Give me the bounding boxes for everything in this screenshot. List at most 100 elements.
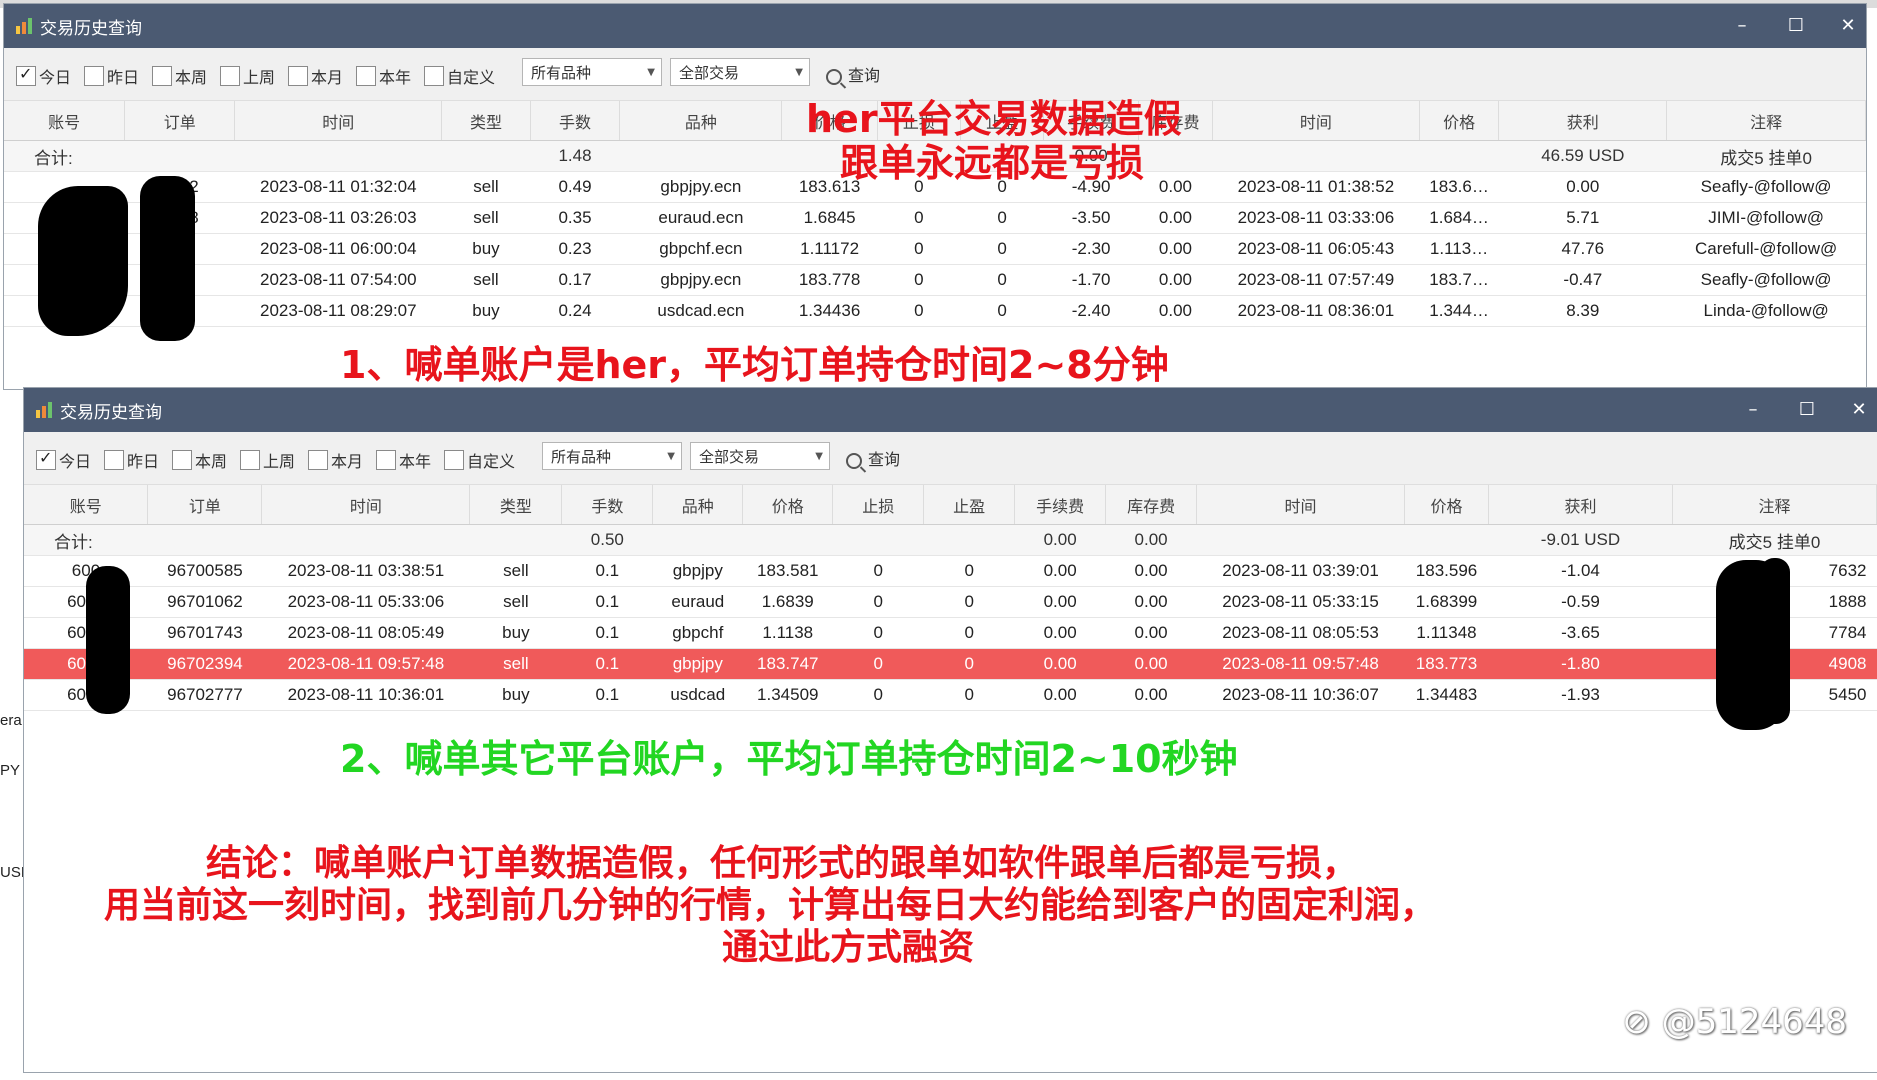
filter-this-month[interactable]: 本月 <box>288 64 343 87</box>
cell-cprice: 1.11348 <box>1404 617 1489 649</box>
filter-today[interactable]: 今日 <box>36 448 91 471</box>
table-row[interactable]: 18882023-08-11 03:26:03sell0.35euraud.ec… <box>4 202 1866 234</box>
column-header[interactable]: 时间 <box>261 485 471 525</box>
cell-symbol: euraud <box>652 586 743 618</box>
filter-this-week[interactable]: 本周 <box>152 64 207 87</box>
minimize-icon[interactable]: – <box>1728 12 1756 40</box>
minimize-icon[interactable]: – <box>1739 396 1767 424</box>
cell-fee: -3.50 <box>1043 202 1139 234</box>
cell-profit: 0.00 <box>1498 171 1667 203</box>
total-cell <box>261 524 470 556</box>
total-note: 成交5 挂单0 <box>1672 524 1877 556</box>
column-header[interactable]: 止盈 <box>923 485 1016 525</box>
filter-this-month[interactable]: 本月 <box>308 448 363 471</box>
cell-swap: 0.00 <box>1105 617 1197 649</box>
trade-type-select[interactable]: 全部交易 ▼ <box>670 58 810 86</box>
cell-cprice: 183.596 <box>1404 555 1489 587</box>
trade-type-select[interactable]: 全部交易 ▼ <box>690 442 830 470</box>
column-header[interactable]: 时间 <box>1212 101 1420 141</box>
cell-price: 183.778 <box>781 264 878 296</box>
column-header[interactable]: 订单 <box>124 101 236 141</box>
total-cell <box>832 524 924 556</box>
total-cell <box>1196 524 1405 556</box>
column-header[interactable]: 时间 <box>234 101 443 141</box>
column-header[interactable]: 价格 <box>1419 101 1500 141</box>
close-icon[interactable]: ✕ <box>1834 12 1862 40</box>
column-header[interactable]: 账号 <box>24 485 149 525</box>
filter-this-year[interactable]: 本年 <box>376 448 431 471</box>
filter-this-year[interactable]: 本年 <box>356 64 411 87</box>
cell-note: Carefull-@follow@ <box>1666 233 1866 265</box>
cell-lots: 0.23 <box>530 233 620 265</box>
filter-today[interactable]: 今日 <box>16 64 71 87</box>
close-icon[interactable]: ✕ <box>1845 396 1873 424</box>
table-row[interactable]: 6003967027772023-08-11 10:36:01buy0.1usd… <box>24 679 1877 711</box>
cell-price: 1.11172 <box>781 233 878 265</box>
chevron-down-icon: ▼ <box>815 451 823 462</box>
total-cell <box>469 524 562 556</box>
cell-price: 1.6839 <box>742 586 833 618</box>
column-header[interactable]: 注释 <box>1666 101 1866 141</box>
maximize-icon[interactable]: ☐ <box>1782 12 1810 40</box>
trade-table: 账号 订单 时间 类型 手数 品种 价格 止损 止盈 手续费 库存费 时间 价格 获利 注释 合计: 0.50… <box>24 485 1877 711</box>
table-row[interactable]: 66054502023-08-11 08:29:07buy0.24usdcad.… <box>4 295 1866 327</box>
column-header[interactable]: 价格 <box>1404 485 1490 525</box>
column-header[interactable]: 类型 <box>441 101 531 141</box>
cell-lots: 0.1 <box>561 679 653 711</box>
column-header[interactable]: 品种 <box>619 101 783 141</box>
maximize-icon[interactable]: ☐ <box>1793 396 1821 424</box>
total-note: 成交5 挂单0 <box>1666 140 1866 172</box>
cell-type: buy <box>441 233 531 265</box>
column-header[interactable]: 手数 <box>561 485 654 525</box>
filter-last-week[interactable]: 上周 <box>240 448 295 471</box>
table-row[interactable]: 6609082023-08-11 07:54:00sell0.17gbpjpy.… <box>4 264 1866 296</box>
window-title: 交易历史查询 <box>40 19 142 39</box>
column-header[interactable]: 手数 <box>530 101 621 141</box>
bg-fragment: era <box>0 712 22 729</box>
cell-swap: 0.00 <box>1138 233 1213 265</box>
cell-tp: 0 <box>923 555 1015 587</box>
cell-tp: 0 <box>960 264 1044 296</box>
column-header[interactable]: 获利 <box>1488 485 1673 525</box>
column-header[interactable]: 库存费 <box>1105 485 1198 525</box>
column-header[interactable]: 时间 <box>1196 485 1406 525</box>
column-header[interactable]: 注释 <box>1672 485 1877 525</box>
cell-time: 2023-08-11 08:05:49 <box>261 617 470 649</box>
column-header[interactable]: 账号 <box>4 101 126 141</box>
cell-cprice: 1.34483 <box>1404 679 1489 711</box>
column-header[interactable]: 获利 <box>1498 101 1668 141</box>
filter-yesterday[interactable]: 昨日 <box>84 64 139 87</box>
cell-fee: 0.00 <box>1014 648 1106 680</box>
column-header[interactable]: 止损 <box>832 485 925 525</box>
table-row[interactable]: 600 96700585 2023-08-11 03:38:51 sell 0.1 gbp… <box>24 555 1877 587</box>
column-header[interactable]: 手续费 <box>1014 485 1107 525</box>
filter-custom[interactable]: 自定义 <box>424 64 495 87</box>
symbol-select[interactable]: 所有品种 ▼ <box>522 58 662 86</box>
cell-time: 2023-08-11 07:54:00 <box>234 264 442 296</box>
column-header[interactable]: 品种 <box>652 485 744 525</box>
column-header[interactable]: 订单 <box>147 485 263 525</box>
cell-sl: 0 <box>877 295 961 327</box>
cell-profit: -1.04 <box>1488 555 1673 587</box>
filter-custom[interactable]: 自定义 <box>444 448 515 471</box>
cell-tp: 0 <box>923 679 1015 711</box>
column-header[interactable]: 类型 <box>469 485 563 525</box>
table-row[interactable]: 6003967023942023-08-11 09:57:48sell0.1gb… <box>24 648 1877 680</box>
column-header[interactable]: 价格 <box>742 485 834 525</box>
query-button[interactable]: 查询 <box>826 62 880 86</box>
filter-this-week[interactable]: 本周 <box>172 448 227 471</box>
table-row[interactable]: 6607842023-08-11 06:00:04buy0.23gbpchf.e… <box>4 233 1866 265</box>
cell-note: Linda-@follow@ <box>1666 295 1866 327</box>
cell-order: 96701743 <box>147 617 262 649</box>
filter-yesterday[interactable]: 昨日 <box>104 448 159 471</box>
table-row[interactable]: 6003967010622023-08-11 05:33:06sell0.1eu… <box>24 586 1877 618</box>
cell-symbol: gbpchf <box>652 617 743 649</box>
table-row[interactable]: 6003967017432023-08-11 08:05:49buy0.1gbp… <box>24 617 1877 649</box>
symbol-select[interactable]: 所有品种 ▼ <box>542 442 682 470</box>
filter-last-week[interactable]: 上周 <box>220 64 275 87</box>
title-bar[interactable]: 交易历史查询 – ☐ ✕ <box>24 388 1877 432</box>
cell-order: 96702394 <box>147 648 262 680</box>
query-button[interactable]: 查询 <box>846 446 900 470</box>
cell-sl: 0 <box>877 202 961 234</box>
title-bar[interactable]: 交易历史查询 – ☐ ✕ <box>4 4 1866 48</box>
